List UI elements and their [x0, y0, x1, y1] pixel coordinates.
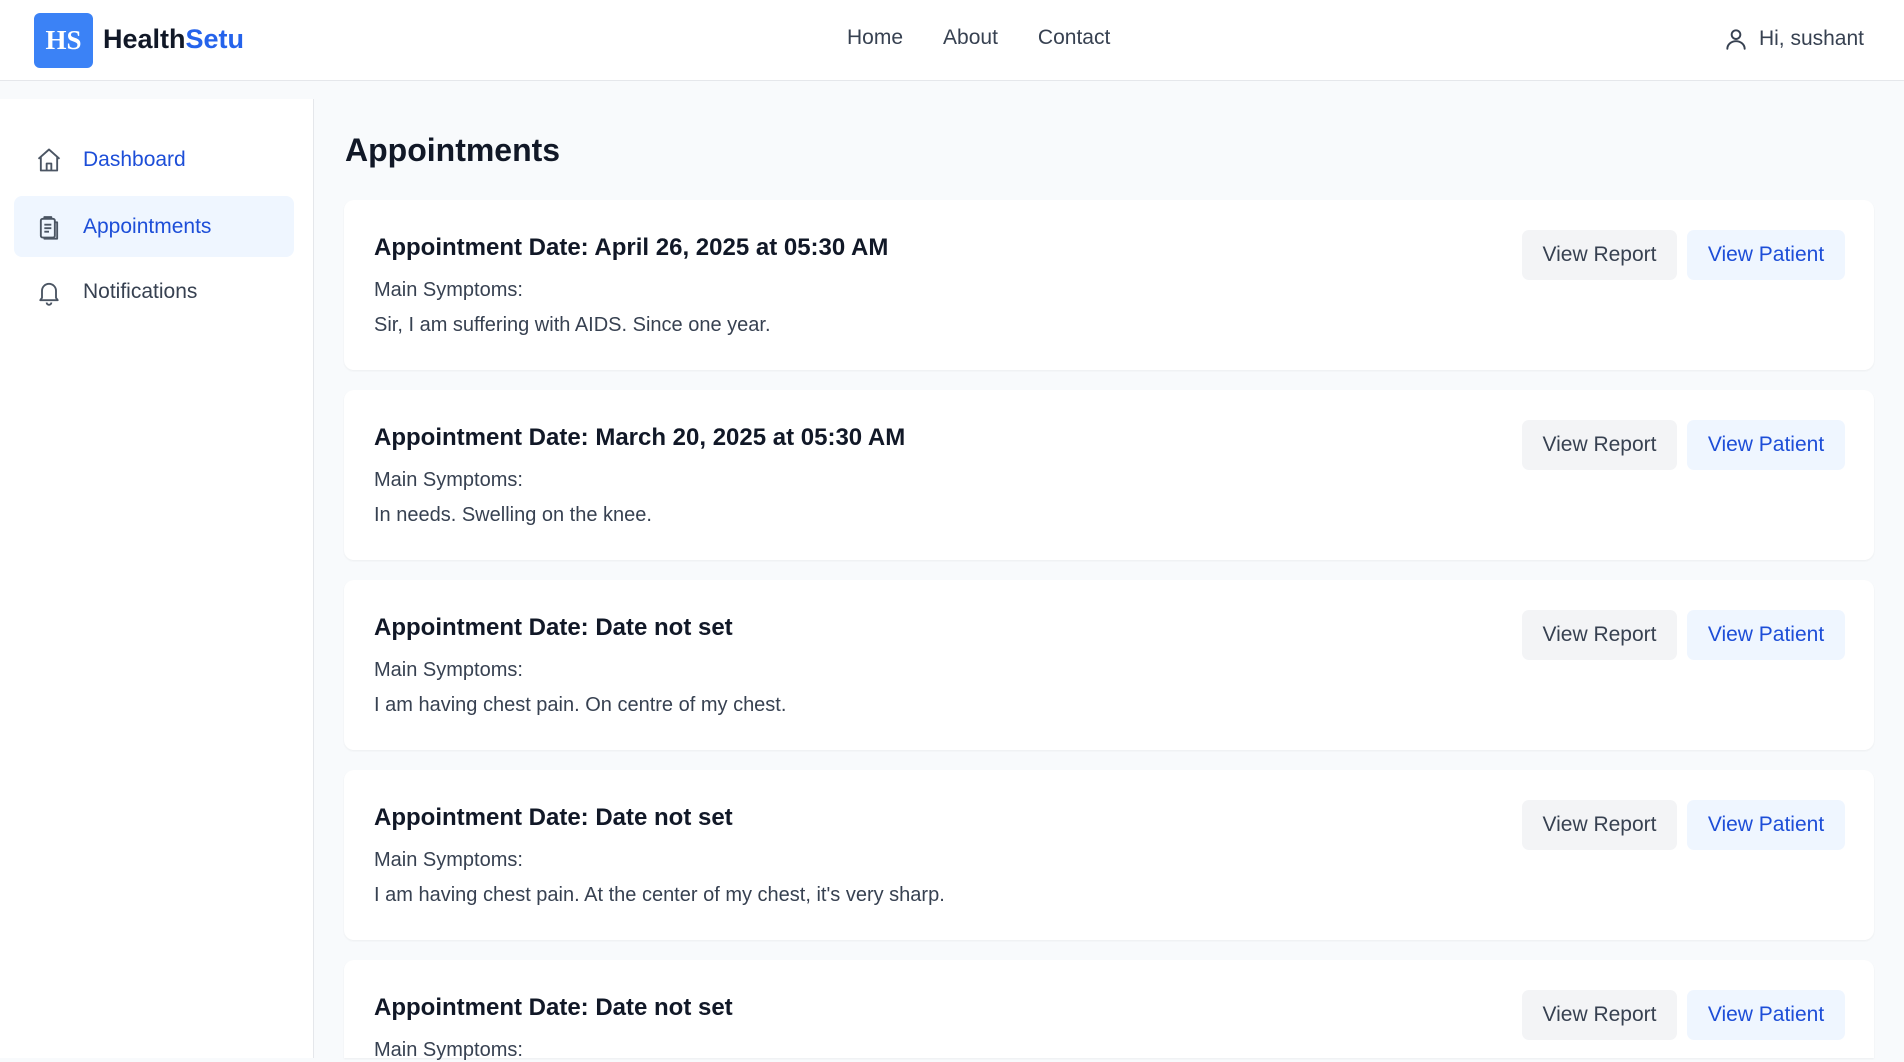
- appointment-date: Appointment Date: Date not set: [374, 614, 733, 641]
- appointment-card: Appointment Date: Date not set Main Symp…: [344, 580, 1874, 750]
- view-patient-button[interactable]: View Patient: [1687, 800, 1845, 850]
- user-icon: [1726, 29, 1746, 50]
- view-report-button[interactable]: View Report: [1522, 230, 1677, 280]
- logo[interactable]: HS: [34, 13, 93, 68]
- sidebar-item-dashboard[interactable]: Dashboard: [14, 129, 294, 190]
- symptoms-label: Main Symptoms:: [374, 469, 523, 491]
- page-title: Appointments: [345, 132, 561, 168]
- view-patient-button[interactable]: View Patient: [1687, 230, 1845, 280]
- view-report-button[interactable]: View Report: [1522, 420, 1677, 470]
- home-icon: [37, 148, 61, 171]
- sidebar-item-label: Notifications: [83, 279, 198, 303]
- view-patient-button[interactable]: View Patient: [1687, 420, 1845, 470]
- main-nav: Home About Contact: [847, 26, 1110, 50]
- view-report-button[interactable]: View Report: [1522, 610, 1677, 660]
- nav-contact-link[interactable]: Contact: [1038, 26, 1110, 50]
- user-menu[interactable]: Hi, sushant: [1723, 26, 1864, 52]
- view-patient-button[interactable]: View Patient: [1687, 610, 1845, 660]
- symptoms-label: Main Symptoms:: [374, 1039, 523, 1061]
- symptoms-label: Main Symptoms:: [374, 279, 523, 301]
- view-report-button[interactable]: View Report: [1522, 800, 1677, 850]
- bell-icon: [39, 282, 59, 306]
- appointment-card: Appointment Date: Date not set Main Symp…: [344, 960, 1874, 1061]
- symptoms-label: Main Symptoms:: [374, 659, 523, 681]
- top-navbar: HS HealthSetu Home About Contact Hi, sus…: [0, 0, 1904, 81]
- appointment-date: Appointment Date: March 20, 2025 at 05:3…: [374, 424, 906, 451]
- symptoms-text: In needs. Swelling on the knee.: [374, 504, 652, 526]
- nav-about-link[interactable]: About: [943, 26, 998, 50]
- user-greeting: Hi, sushant: [1758, 27, 1864, 50]
- nav-home-link[interactable]: Home: [847, 26, 903, 50]
- sidebar: Dashboard Appointments Notifications: [0, 99, 314, 1058]
- sidebar-item-notifications[interactable]: Notifications: [14, 261, 294, 322]
- appointment-date: Appointment Date: April 26, 2025 at 05:3…: [374, 234, 889, 261]
- brand-main: Health: [103, 24, 186, 54]
- view-report-button[interactable]: View Report: [1522, 990, 1677, 1040]
- appointment-card: Appointment Date: Date not set Main Symp…: [344, 770, 1874, 940]
- symptoms-text: I am having chest pain. On centre of my …: [374, 694, 787, 716]
- sidebar-item-label: Appointments: [83, 214, 212, 238]
- appointment-card: Appointment Date: March 20, 2025 at 05:3…: [344, 390, 1874, 560]
- brand-accent: Setu: [185, 24, 245, 54]
- appointment-card: Appointment Date: April 26, 2025 at 05:3…: [344, 200, 1874, 370]
- appointment-date: Appointment Date: Date not set: [374, 994, 733, 1021]
- appointment-date: Appointment Date: Date not set: [374, 804, 733, 831]
- view-patient-button[interactable]: View Patient: [1687, 990, 1845, 1040]
- symptoms-text: I am having chest pain. At the center of…: [374, 884, 945, 906]
- brand-name[interactable]: HealthSetu: [103, 24, 244, 55]
- sidebar-item-label: Dashboard: [83, 147, 186, 171]
- sidebar-item-appointments[interactable]: Appointments: [14, 196, 294, 257]
- symptoms-text: Sir, I am suffering with AIDS. Since one…: [374, 314, 771, 336]
- symptoms-label: Main Symptoms:: [374, 849, 523, 871]
- clipboard-icon: [39, 215, 59, 240]
